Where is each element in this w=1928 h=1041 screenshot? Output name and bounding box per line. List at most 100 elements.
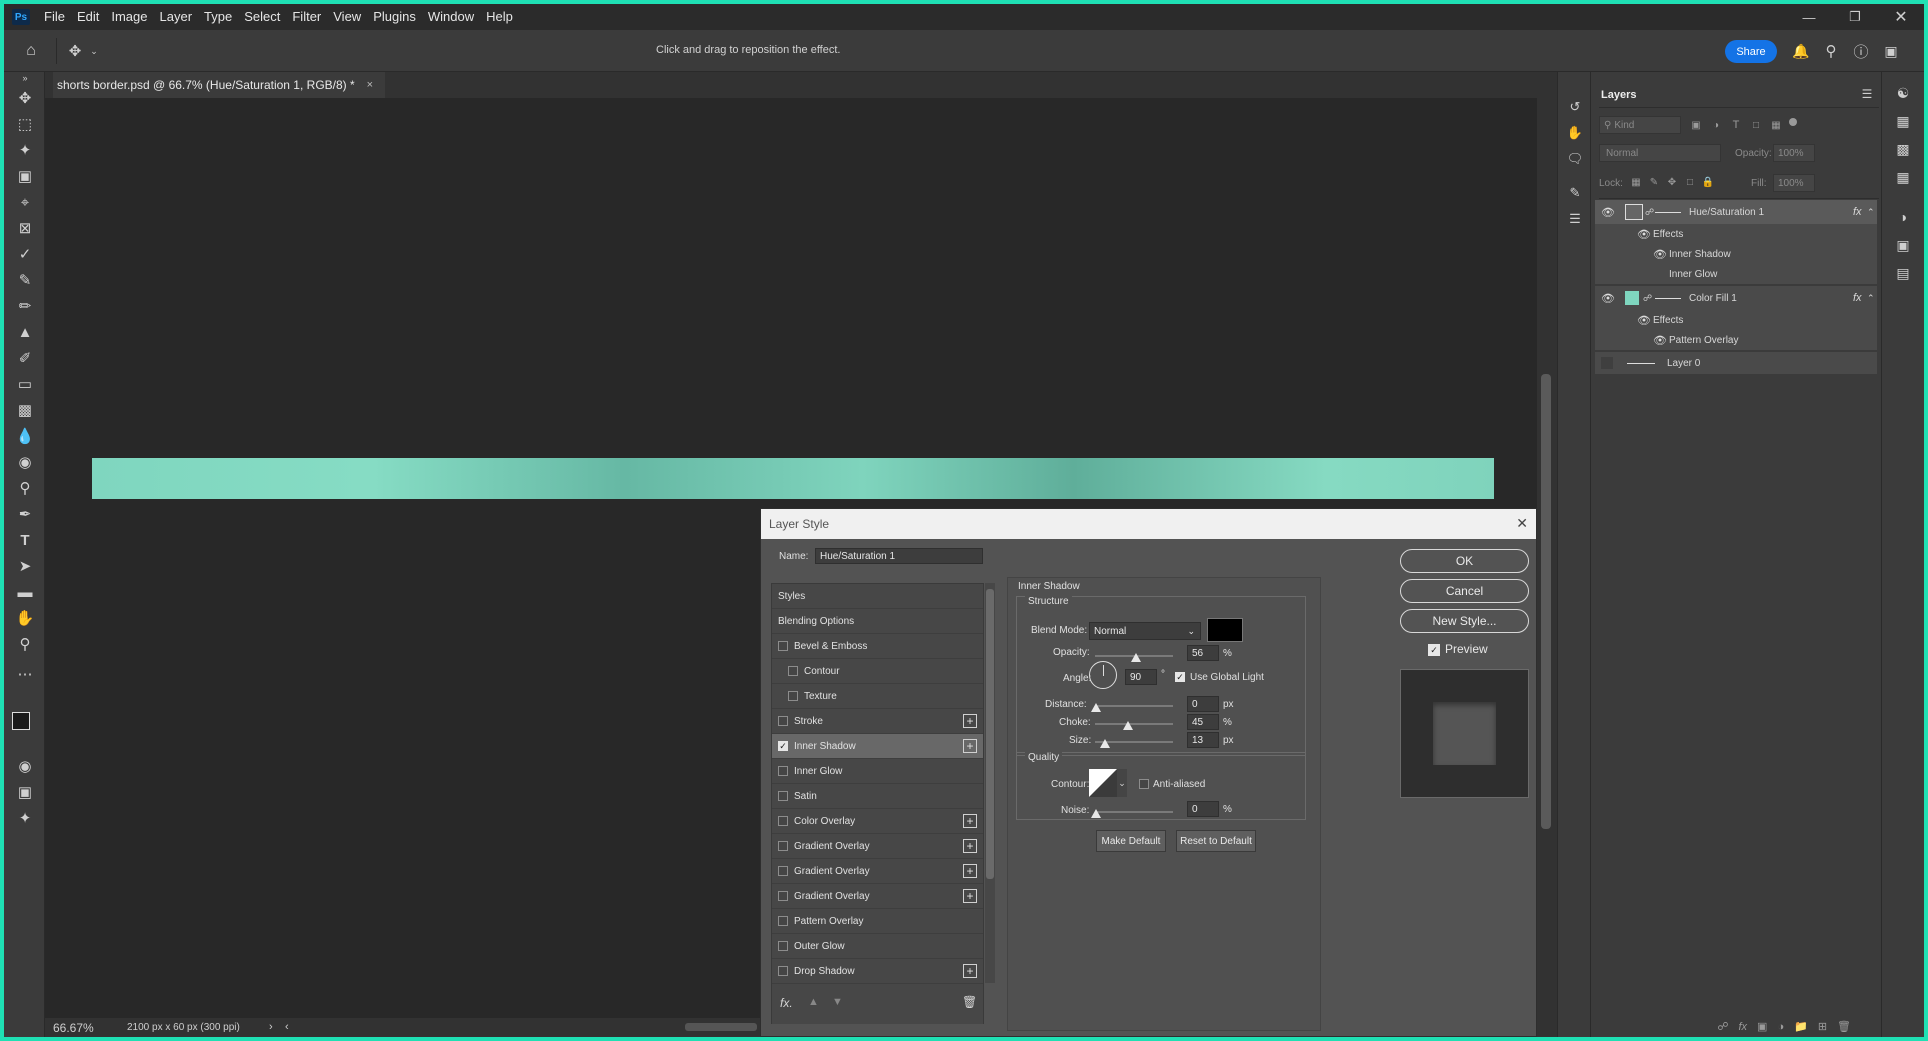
- collapse-toolbar-icon[interactable]: »: [12, 72, 38, 84]
- scrollbar-thumb[interactable]: [1541, 374, 1551, 829]
- collapse-effects-icon[interactable]: ⌃: [1867, 207, 1875, 218]
- layers-panel-title[interactable]: Layers: [1601, 89, 1636, 101]
- pen-tool-icon[interactable]: ✒: [12, 502, 38, 526]
- drop-shadow-item[interactable]: Drop Shadow +: [772, 959, 983, 984]
- visibility-toggle-off[interactable]: [1601, 357, 1613, 369]
- angle-field[interactable]: 90: [1125, 669, 1157, 685]
- scroll-left-icon[interactable]: ‹: [285, 1021, 289, 1033]
- menu-view[interactable]: View: [327, 4, 367, 30]
- checkbox[interactable]: [778, 891, 788, 901]
- history-brush-tool-icon[interactable]: ✐: [12, 346, 38, 370]
- fx-icon[interactable]: fx: [1853, 292, 1862, 304]
- lock-position-icon[interactable]: ✥: [1665, 174, 1679, 190]
- add-instance-icon[interactable]: +: [963, 864, 977, 878]
- eye-icon[interactable]: 👁: [1637, 314, 1651, 327]
- new-style-button[interactable]: New Style...: [1400, 609, 1529, 633]
- menu-type[interactable]: Type: [198, 4, 238, 30]
- ok-button[interactable]: OK: [1400, 549, 1529, 573]
- crop-tool-icon[interactable]: ⌖: [12, 190, 38, 214]
- menu-plugins[interactable]: Plugins: [367, 4, 422, 30]
- checkbox[interactable]: [778, 716, 788, 726]
- outer-glow-item[interactable]: Outer Glow: [772, 934, 983, 959]
- frame-tool-icon[interactable]: ⊠: [12, 216, 38, 240]
- add-instance-icon[interactable]: +: [963, 839, 977, 853]
- patterns-icon[interactable]: ▦: [1892, 166, 1914, 188]
- adjustments-icon[interactable]: ☰: [1564, 208, 1586, 230]
- reset-to-default-button[interactable]: Reset to Default: [1176, 830, 1256, 852]
- lock-artboard-icon[interactable]: □: [1683, 174, 1697, 190]
- comments-icon[interactable]: 🗨: [1564, 148, 1586, 170]
- fx-menu-icon[interactable]: fx.: [780, 996, 793, 1010]
- bevel-emboss-item[interactable]: Bevel & Emboss: [772, 634, 983, 659]
- satin-item[interactable]: Satin: [772, 784, 983, 809]
- rectangle-tool-icon[interactable]: ▬: [12, 580, 38, 604]
- marquee-tool-icon[interactable]: ⬚: [12, 112, 38, 136]
- type-tool-icon[interactable]: T: [12, 528, 38, 552]
- anti-aliased-checkbox[interactable]: [1139, 779, 1149, 789]
- help-icon[interactable]: ⓘ: [1850, 40, 1872, 62]
- color-panel-icon[interactable]: ☯: [1892, 82, 1914, 104]
- menu-help[interactable]: Help: [480, 4, 519, 30]
- checkbox[interactable]: [778, 941, 788, 951]
- checkbox[interactable]: [778, 966, 788, 976]
- contour-item[interactable]: Contour: [772, 659, 983, 684]
- search-icon[interactable]: ⚲: [1820, 40, 1842, 62]
- inner-glow-item[interactable]: Inner Glow: [772, 759, 983, 784]
- menu-image[interactable]: Image: [105, 4, 153, 30]
- layer-row-color-fill[interactable]: 👁 ☍ Color Fill 1 fx ⌃: [1595, 286, 1877, 310]
- choke-field[interactable]: 45: [1187, 714, 1219, 730]
- move-down-icon[interactable]: ▼: [832, 996, 843, 1008]
- styles-scrollbar-thumb[interactable]: [986, 589, 994, 879]
- choke-slider[interactable]: [1095, 723, 1173, 725]
- filter-toggle-icon[interactable]: [1789, 118, 1797, 126]
- eye-icon[interactable]: 👁: [1601, 292, 1615, 305]
- move-tool-icon[interactable]: ✥: [64, 40, 86, 62]
- minimize-icon[interactable]: —: [1786, 4, 1832, 30]
- object-select-tool-icon[interactable]: ✦: [12, 138, 38, 162]
- link-layers-icon[interactable]: ☍: [1717, 1020, 1728, 1033]
- effect-row-pattern-overlay[interactable]: 👁 Pattern Overlay: [1595, 330, 1877, 350]
- layer-row-hue-saturation[interactable]: 👁 ☍ Hue/Saturation 1 fx ⌃: [1595, 200, 1877, 224]
- add-instance-icon[interactable]: +: [963, 714, 977, 728]
- effects-row[interactable]: 👁 Effects: [1595, 310, 1877, 330]
- close-tab-icon[interactable]: ×: [367, 79, 373, 91]
- chevron-down-icon[interactable]: ⌄: [88, 42, 100, 60]
- size-slider-knob[interactable]: [1100, 739, 1110, 748]
- cancel-button[interactable]: Cancel: [1400, 579, 1529, 603]
- properties-icon[interactable]: ▤: [1892, 262, 1914, 284]
- pattern-overlay-item[interactable]: Pattern Overlay: [772, 909, 983, 934]
- layer-name[interactable]: Layer 0: [1667, 358, 1700, 369]
- eye-icon[interactable]: 👁: [1653, 334, 1667, 347]
- checkbox[interactable]: [778, 841, 788, 851]
- workspace-icon[interactable]: ▣: [1880, 40, 1902, 62]
- contour-dropdown-chevron-icon[interactable]: ⌄: [1117, 769, 1127, 797]
- blur-tool-icon[interactable]: 💧: [12, 424, 38, 448]
- bell-icon[interactable]: 🔔: [1790, 40, 1812, 62]
- gradient-tool-icon[interactable]: ▩: [12, 398, 38, 422]
- gradient-overlay-item[interactable]: Gradient Overlay +: [772, 884, 983, 909]
- new-adjustment-icon[interactable]: ◑: [1777, 1021, 1784, 1033]
- use-global-light-checkbox[interactable]: ✓: [1175, 672, 1185, 682]
- add-style-icon[interactable]: fx: [1738, 1021, 1747, 1033]
- menu-select[interactable]: Select: [238, 4, 286, 30]
- distance-field[interactable]: 0: [1187, 696, 1219, 712]
- layer-row-layer-0[interactable]: Layer 0: [1595, 352, 1877, 374]
- libraries-icon[interactable]: ▣: [1892, 234, 1914, 256]
- history-icon[interactable]: ↺: [1564, 96, 1586, 118]
- hand-tool-icon[interactable]: ✋: [12, 606, 38, 630]
- eye-icon[interactable]: 👁: [1653, 248, 1667, 261]
- collapse-effects-icon[interactable]: ⌃: [1867, 293, 1875, 304]
- zoom-level[interactable]: 66.67%: [53, 1021, 94, 1035]
- opacity-slider-knob[interactable]: [1131, 653, 1141, 662]
- shadow-color-swatch[interactable]: [1207, 618, 1243, 642]
- foreground-color-swatch[interactable]: [12, 712, 30, 730]
- eraser-tool-icon[interactable]: ▭: [12, 372, 38, 396]
- texture-item[interactable]: Texture: [772, 684, 983, 709]
- preview-checkbox[interactable]: ✓: [1428, 644, 1440, 656]
- eyedropper-tool-icon[interactable]: ✓: [12, 242, 38, 266]
- generative-icon[interactable]: ✦: [12, 806, 38, 830]
- status-chevron-icon[interactable]: ›: [269, 1021, 273, 1033]
- style-name-field[interactable]: Hue/Saturation 1: [815, 548, 983, 564]
- delete-layer-icon[interactable]: 🗑: [1837, 1020, 1851, 1033]
- effect-row-inner-glow[interactable]: Inner Glow: [1595, 264, 1877, 284]
